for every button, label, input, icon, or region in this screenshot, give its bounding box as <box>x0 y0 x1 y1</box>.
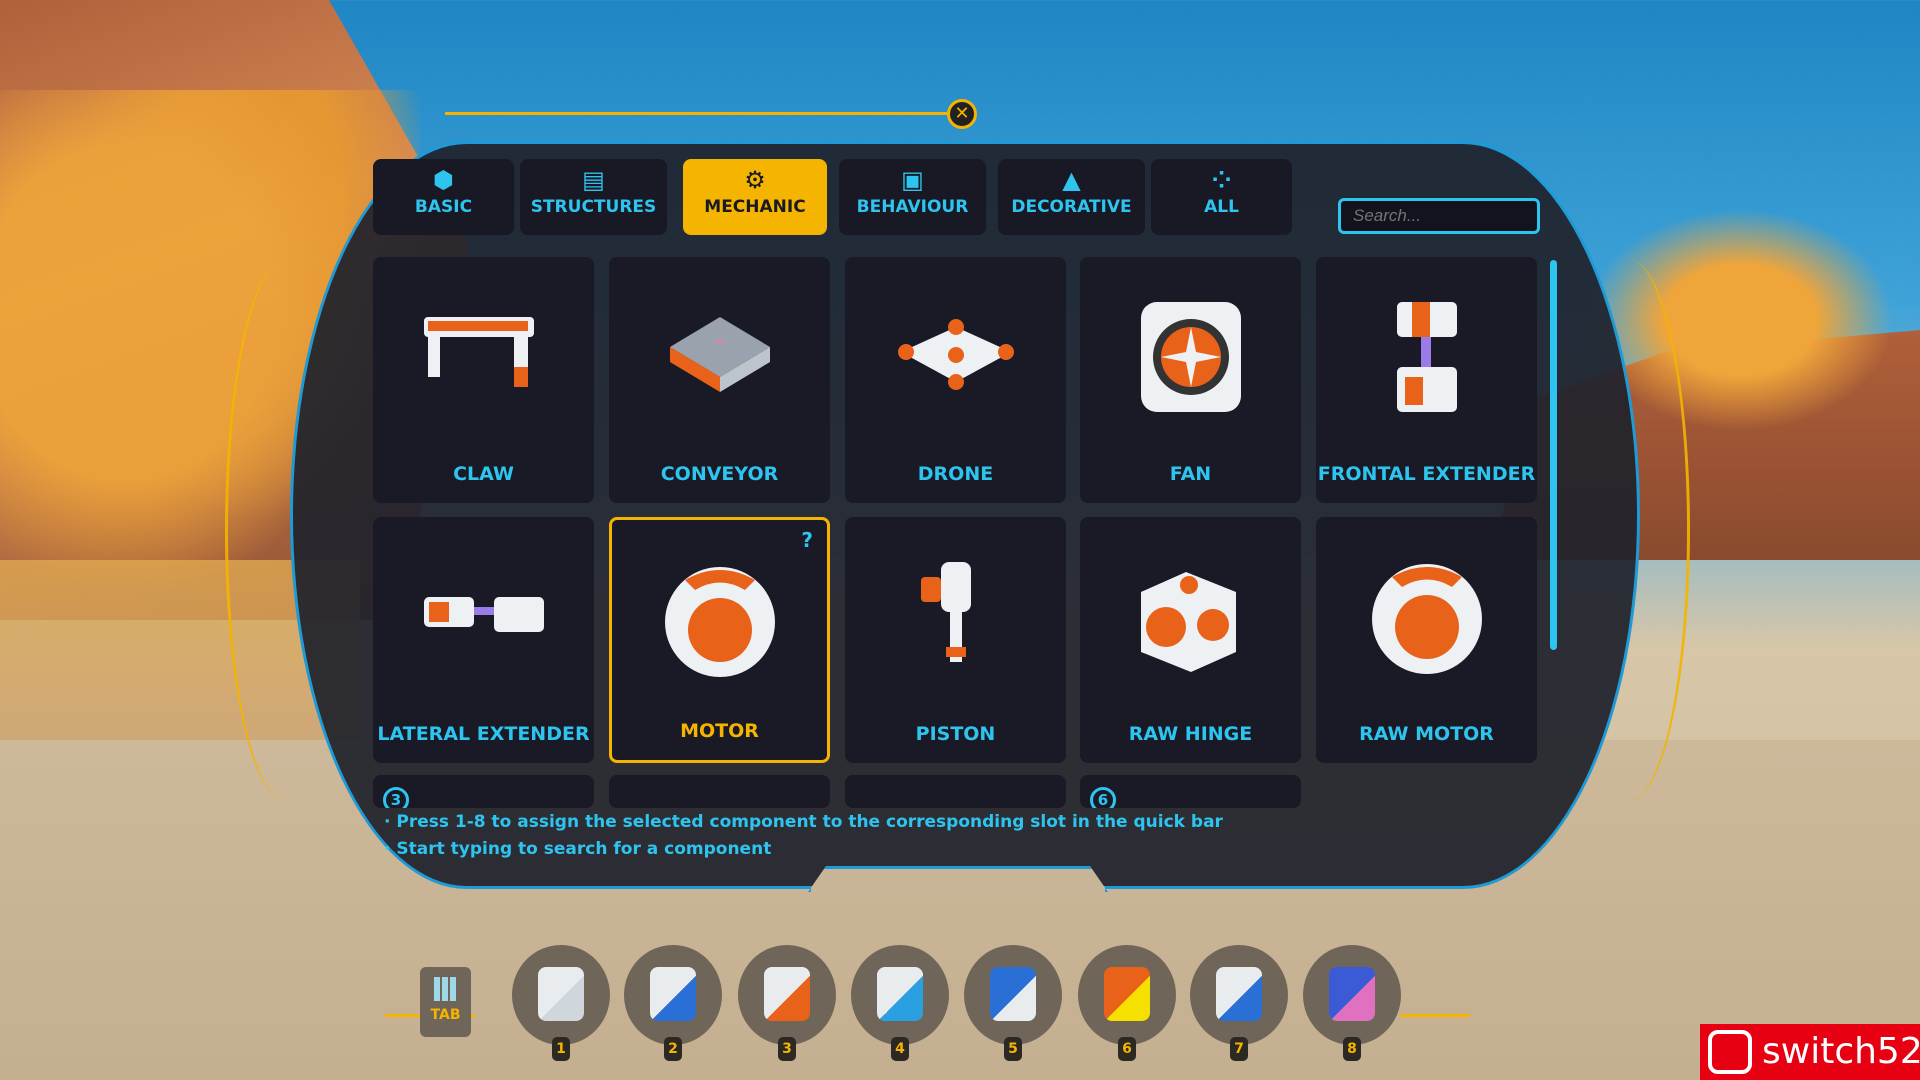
tab-all[interactable]: ⁘ ALL <box>1151 159 1292 235</box>
component-card-drone[interactable]: DRONE <box>845 257 1066 503</box>
quickbar-slot-5[interactable]: 5 <box>964 945 1062 1061</box>
slot-badge: 3 <box>383 787 409 808</box>
component-icon <box>538 967 584 1021</box>
svg-text:^: ^ <box>712 336 727 357</box>
slot-number: 2 <box>664 1037 682 1061</box>
component-label: CONVEYOR <box>660 463 779 485</box>
tab-mechanic[interactable]: ⚙ MECHANIC <box>683 159 827 235</box>
component-label: LATERAL EXTENDER <box>377 723 590 745</box>
fan-icon <box>1140 302 1241 412</box>
slot-badge: 6 <box>1090 787 1116 808</box>
quickbar-slot-3[interactable]: 3 <box>738 945 836 1061</box>
robot-arm-icon: ⚙ <box>744 166 766 194</box>
title-line <box>445 112 950 115</box>
slot-number: 7 <box>1230 1037 1248 1061</box>
chip-icon: ▣ <box>901 166 924 194</box>
component-label: DRONE <box>917 463 994 485</box>
component-label: CLAW <box>453 463 514 485</box>
tab-basic[interactable]: ⬢ BASIC <box>373 159 514 235</box>
hint-assign: · Press 1-8 to assign the selected compo… <box>384 812 1223 832</box>
close-button[interactable]: ✕ <box>947 99 977 129</box>
lateral-icon <box>423 597 544 632</box>
conveyor-icon: ^ <box>669 317 770 392</box>
component-icon <box>990 967 1036 1021</box>
quickbar-slot-4[interactable]: 4 <box>851 945 949 1061</box>
component-card-frontal-extender[interactable]: FRONTAL EXTENDER <box>1316 257 1537 503</box>
tab-decorative[interactable]: ▲ DECORATIVE <box>998 159 1145 235</box>
tab-behaviour[interactable]: ▣ BEHAVIOUR <box>839 159 986 235</box>
component-card-raw-motor[interactable]: RAW MOTOR <box>1316 517 1537 763</box>
component-label: RAW HINGE <box>1128 723 1253 745</box>
help-icon[interactable]: ? <box>801 528 813 552</box>
slot-number: 4 <box>891 1037 909 1061</box>
grid-dots-icon: ⁘ <box>1211 166 1232 194</box>
panel-notch <box>808 866 1108 892</box>
component-label: FRONTAL EXTENDER <box>1317 463 1536 485</box>
component-label: RAW MOTOR <box>1359 723 1494 745</box>
tab-structures[interactable]: ▤ STRUCTURES <box>520 159 667 235</box>
quickbar-slot-7[interactable]: 7 <box>1190 945 1288 1061</box>
motor-icon <box>1371 564 1482 674</box>
component-label: PISTON <box>915 723 996 745</box>
quickbar-line-right <box>1400 1014 1470 1017</box>
component-card-partial[interactable] <box>609 775 830 808</box>
quickbar-slot-1[interactable]: 1 <box>512 945 610 1061</box>
grid-icon <box>433 977 458 1001</box>
quickbar-slot-8[interactable]: 8 <box>1303 945 1401 1061</box>
tab-label: BEHAVIOUR <box>856 197 969 217</box>
quickbar-slot-2[interactable]: 2 <box>624 945 722 1061</box>
tab-label: BASIC <box>414 197 473 217</box>
component-icon <box>650 967 696 1021</box>
tab-label: MECHANIC <box>704 197 806 217</box>
component-card-partial[interactable]: 3 <box>373 775 594 808</box>
tab-key-label: TAB <box>430 1007 461 1023</box>
watermark: switch520 <box>1700 1024 1920 1080</box>
slot-number: 6 <box>1118 1037 1136 1061</box>
quickbar-slot-6[interactable]: 6 <box>1078 945 1176 1061</box>
component-card-piston[interactable]: PISTON <box>845 517 1066 763</box>
component-card-conveyor[interactable]: ^ CONVEYOR <box>609 257 830 503</box>
component-card-motor[interactable]: MOTOR? <box>609 517 830 763</box>
piston-icon <box>920 562 971 662</box>
component-icon <box>1216 967 1262 1021</box>
component-icon <box>1104 967 1150 1021</box>
component-card-claw[interactable]: CLAW <box>373 257 594 503</box>
component-icon <box>877 967 923 1021</box>
motor-icon <box>664 567 775 677</box>
component-label: MOTOR <box>680 720 759 742</box>
switch-logo-icon <box>1708 1030 1752 1074</box>
component-card-fan[interactable]: FAN <box>1080 257 1301 503</box>
component-icon <box>1329 967 1375 1021</box>
drone-icon <box>897 319 1014 390</box>
scrollbar[interactable] <box>1550 260 1557 650</box>
watermark-text: switch520 <box>1762 1031 1920 1072</box>
picture-frame-icon: ▲ <box>1062 166 1081 194</box>
component-label: FAN <box>1169 463 1212 485</box>
structure-icon: ▤ <box>582 166 605 194</box>
claw-icon <box>423 317 534 387</box>
search-input[interactable] <box>1338 198 1540 234</box>
component-icon <box>764 967 810 1021</box>
component-card-partial[interactable] <box>845 775 1066 808</box>
tab-label: STRUCTURES <box>530 197 657 217</box>
slot-number: 3 <box>778 1037 796 1061</box>
component-card-raw-hinge[interactable]: RAW HINGE <box>1080 517 1301 763</box>
component-card-partial[interactable]: 6 <box>1080 775 1301 808</box>
extender-icon <box>1396 302 1457 412</box>
tab-label: ALL <box>1204 197 1239 217</box>
hint-search: · Start typing to search for a component <box>384 839 772 859</box>
tab-key-button[interactable]: TAB <box>420 967 471 1037</box>
slot-number: 5 <box>1004 1037 1022 1061</box>
tab-label: DECORATIVE <box>1011 197 1132 217</box>
component-card-lateral-extender[interactable]: LATERAL EXTENDER <box>373 517 594 763</box>
slot-number: 8 <box>1343 1037 1361 1061</box>
cube-icon: ⬢ <box>433 166 454 194</box>
slot-number: 1 <box>552 1037 570 1061</box>
hinge-icon <box>1140 572 1236 672</box>
